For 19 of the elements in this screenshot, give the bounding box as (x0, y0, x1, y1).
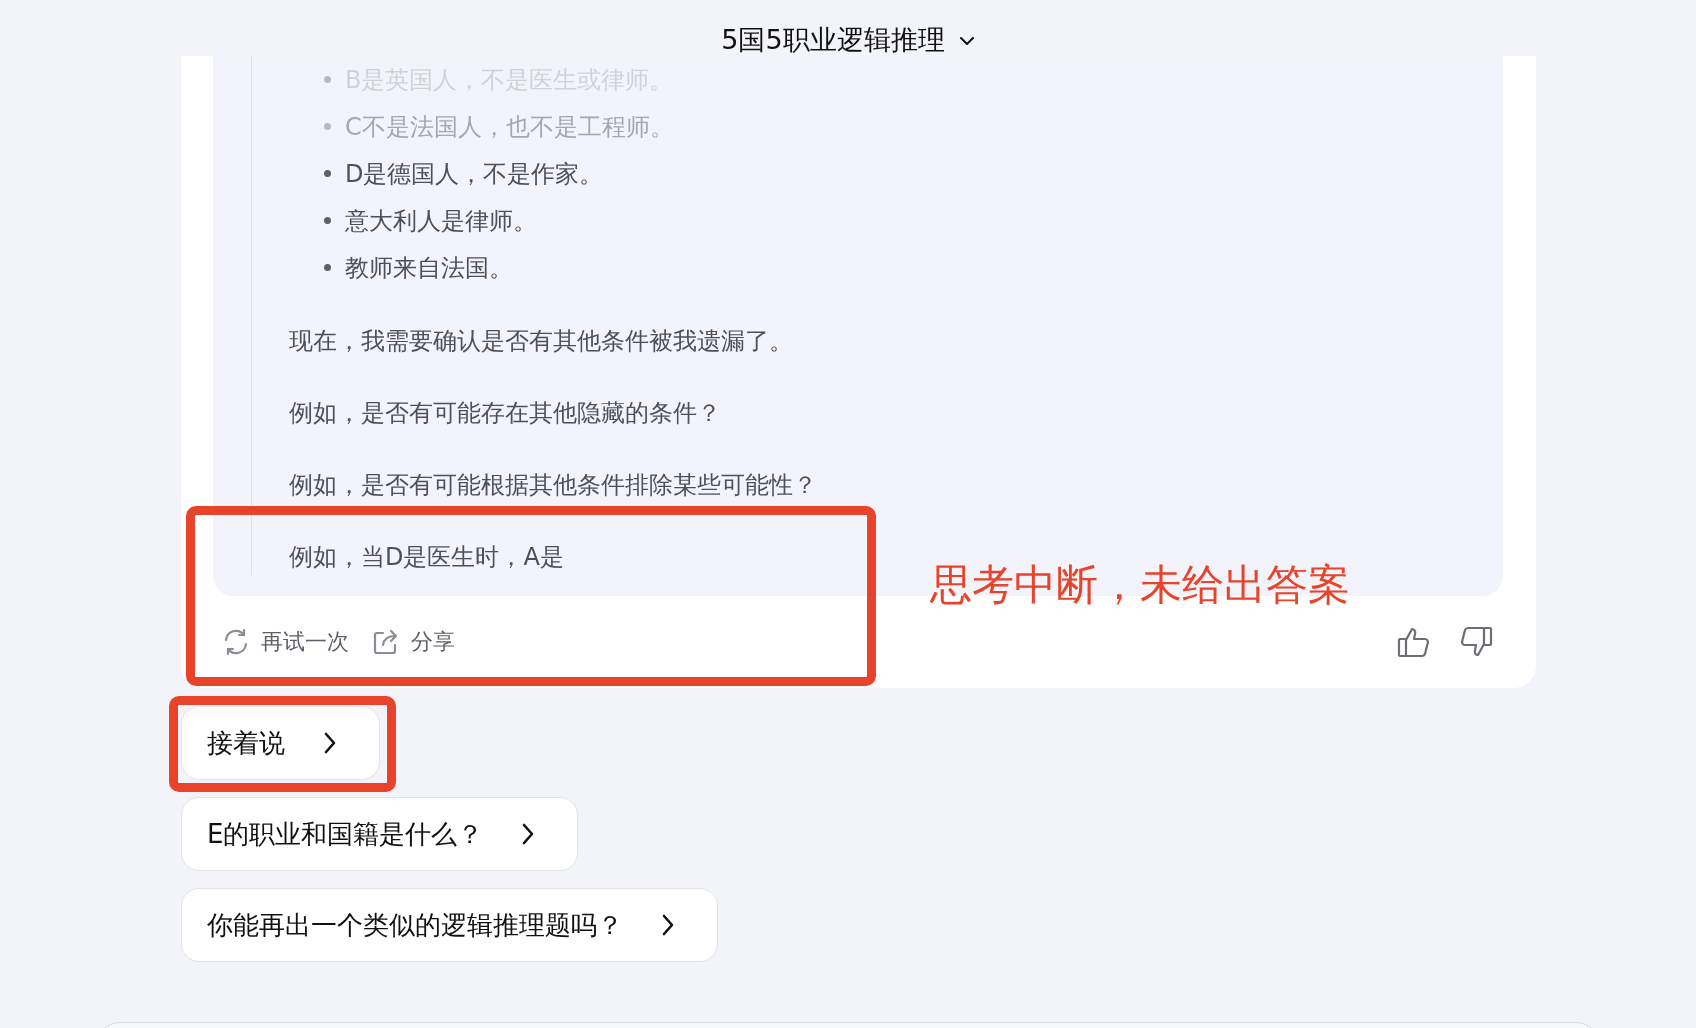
chevron-right-icon (661, 913, 675, 937)
suggestion-button[interactable]: 你能再出一个类似的逻辑推理题吗？ (181, 888, 718, 962)
bullet-text: D是德国人，不是作家。 (345, 158, 604, 190)
thinking-paragraph: 例如，是否有可能根据其他条件排除某些可能性？ (289, 470, 818, 501)
conversation-title[interactable]: 5国5职业逻辑推理 (721, 24, 945, 56)
thinking-paragraph: 例如，当D是医生时，A是 (289, 542, 565, 573)
chevron-right-icon (521, 822, 536, 846)
bullet-text: 教师来自法国。 (345, 252, 513, 284)
annotation-text: 思考中断，未给出答案 (930, 560, 1350, 610)
chevron-down-icon[interactable] (958, 36, 975, 46)
chevron-right-icon (323, 731, 337, 755)
suggestion-button[interactable]: E的职业和国籍是什么？ (181, 797, 579, 871)
thinking-paragraph: 现在，我需要确认是否有其他条件被我遗漏了。 (289, 326, 794, 357)
thinking-paragraph: 例如，是否有可能存在其他隐藏的条件？ (289, 398, 722, 429)
suggestion-button[interactable]: 接着说 (181, 706, 380, 780)
share-button[interactable]: 分享 (371, 627, 455, 657)
bullet-text: 意大利人是律师。 (345, 205, 537, 237)
bullet-text: C不是法国人，也不是工程师。 (345, 111, 674, 143)
retry-button[interactable]: 再试一次 (221, 627, 349, 657)
